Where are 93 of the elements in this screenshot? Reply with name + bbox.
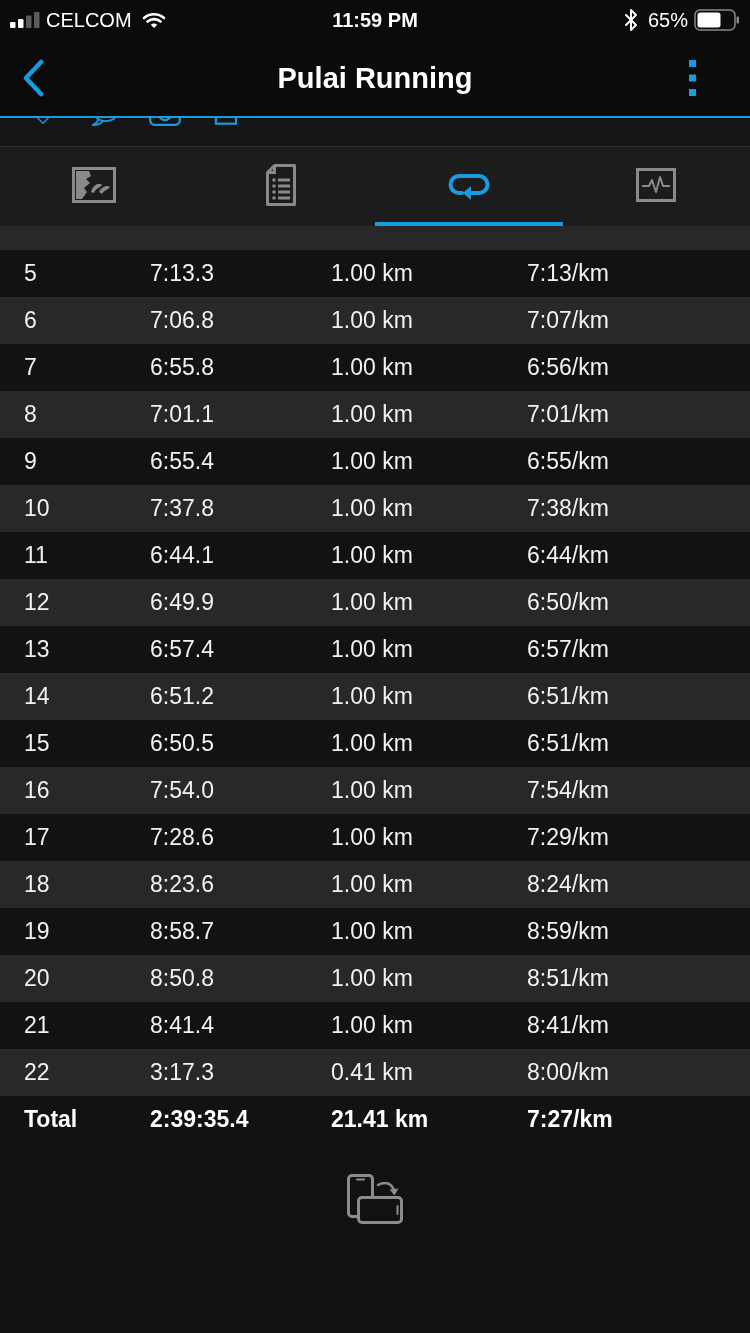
table-cell: 7:13.3 <box>150 262 214 285</box>
table-cell: 6:55.8 <box>150 356 214 379</box>
table-cell: 6:56/km <box>527 356 609 379</box>
table-cell: 1.00 km <box>331 638 413 661</box>
table-cell: 15 <box>24 732 50 755</box>
table-cell: 6:57/km <box>527 638 609 661</box>
table-cell: 6:57.4 <box>150 638 214 661</box>
document-list-icon <box>266 163 297 206</box>
table-cell: 6:55.4 <box>150 450 214 473</box>
table-cell: 19 <box>24 920 50 943</box>
table-cell: 8:41.4 <box>150 1014 214 1037</box>
pulse-chart-icon <box>636 167 677 202</box>
table-cell: 1.00 km <box>331 262 413 285</box>
screen-title: Pulai Running <box>277 63 473 93</box>
table-cell: 17 <box>24 826 50 849</box>
table-cell: 18 <box>24 873 50 896</box>
table-cell: 8:23.6 <box>150 873 214 896</box>
table-cell: 0.41 km <box>331 1061 413 1084</box>
table-cell: 1.00 km <box>331 403 413 426</box>
table-cell: 14 <box>24 685 50 708</box>
table-cell: 6:44.1 <box>150 544 214 567</box>
table-cell: 1.00 km <box>331 450 413 473</box>
rotate-device-icon[interactable] <box>347 1174 403 1224</box>
clock-time: 11:59 PM <box>332 10 418 30</box>
battery-icon <box>694 9 740 31</box>
table-cell: 1.00 km <box>331 1014 413 1037</box>
table-cell: 1.00 km <box>331 920 413 943</box>
map-icon <box>71 166 116 203</box>
table-cell: 7:06.8 <box>150 309 214 332</box>
table-cell: 8:59/km <box>527 920 609 943</box>
table-cell: 20 <box>24 967 50 990</box>
battery-percent: 65% <box>647 10 688 30</box>
table-cell: 7:13/km <box>527 262 609 285</box>
table-cell: 6:50/km <box>527 591 609 614</box>
table-cell: 6:51.2 <box>150 685 214 708</box>
table-cell: 6:51/km <box>527 732 609 755</box>
total-cell: 2:39:35.4 <box>150 1108 249 1131</box>
table-cell: 6:50.5 <box>150 732 214 755</box>
table-cell: 16 <box>24 779 50 802</box>
table-cell: 8:41/km <box>527 1014 609 1037</box>
table-cell: 1.00 km <box>331 779 413 802</box>
table-cell: 1.00 km <box>331 967 413 990</box>
table-cell: 8 <box>24 403 37 426</box>
table-cell: 1.00 km <box>331 591 413 614</box>
table-cell: 7:01.1 <box>150 403 214 426</box>
table-cell: 11 <box>24 544 48 567</box>
table-cell: 7:29/km <box>527 826 609 849</box>
table-cell: 5 <box>24 262 37 285</box>
comment-icon[interactable] <box>90 118 118 127</box>
camera-icon[interactable] <box>148 118 182 127</box>
back-icon[interactable] <box>22 59 44 97</box>
table-cell: 9 <box>24 450 37 473</box>
table-cell: 10 <box>24 497 50 520</box>
table-cell: 22 <box>24 1061 50 1084</box>
table-cell: 1.00 km <box>331 685 413 708</box>
table-cell: 1.00 km <box>331 873 413 896</box>
table-cell: 1.00 km <box>331 309 413 332</box>
table-cell: 8:51/km <box>527 967 609 990</box>
bluetooth-icon <box>623 8 638 32</box>
table-cell: 1.00 km <box>331 826 413 849</box>
table-cell: 7:37.8 <box>150 497 214 520</box>
table-cell: 8:58.7 <box>150 920 214 943</box>
table-cell: 7:28.6 <box>150 826 214 849</box>
total-cell: Total <box>24 1108 78 1131</box>
total-cell: 21.41 km <box>331 1108 429 1131</box>
table-cell: 8:24/km <box>527 873 609 896</box>
table-cell: 7:38/km <box>527 497 609 520</box>
table-cell: 6:51/km <box>527 685 609 708</box>
wifi-icon <box>141 11 166 29</box>
table-cell: 6:49.9 <box>150 591 214 614</box>
more-options-icon[interactable] <box>689 60 696 96</box>
table-cell: 6:44/km <box>527 544 609 567</box>
table-cell: 7 <box>24 356 37 379</box>
table-cell: 1.00 km <box>331 497 413 520</box>
table-cell: 6:55/km <box>527 450 609 473</box>
table-cell: 3:17.3 <box>150 1061 214 1084</box>
table-cell: 1.00 km <box>331 544 413 567</box>
table-cell: 7:07/km <box>527 309 609 332</box>
table-cell: 7:54/km <box>527 779 609 802</box>
table-cell: 21 <box>24 1014 50 1037</box>
table-cell: 12 <box>24 591 50 614</box>
table-cell: 13 <box>24 638 50 661</box>
table-cell: 1.00 km <box>331 356 413 379</box>
table-cell: 7:01/km <box>527 403 609 426</box>
table-cell: 7:54.0 <box>150 779 214 802</box>
table-cell: 1.00 km <box>331 732 413 755</box>
carrier-name: CELCOM <box>46 10 132 30</box>
table-cell: 8:50.8 <box>150 967 214 990</box>
chevron-down-icon[interactable] <box>35 118 51 124</box>
signal-icon <box>10 12 40 28</box>
total-cell: 7:27/km <box>527 1108 613 1131</box>
table-cell: 8:00/km <box>527 1061 609 1084</box>
table-cell: 6 <box>24 309 37 332</box>
